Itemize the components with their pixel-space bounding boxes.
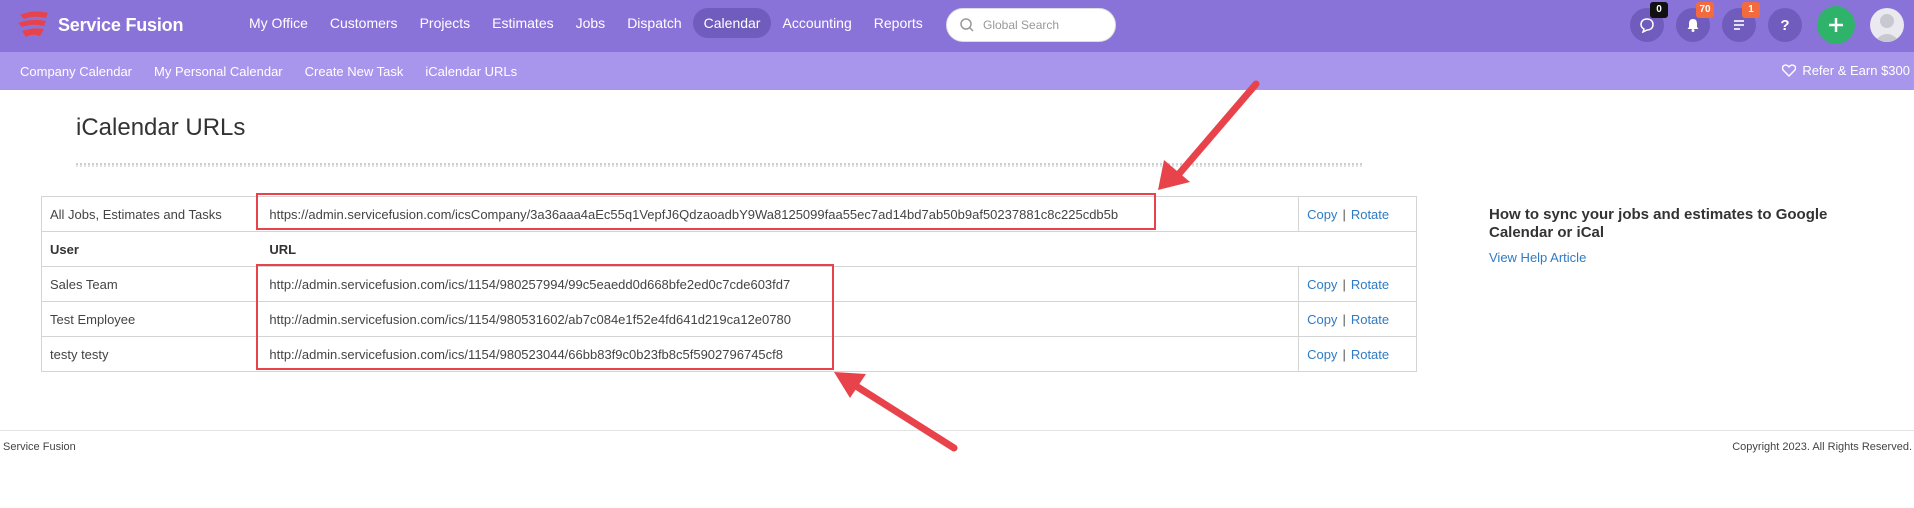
column-header-user: User <box>41 231 260 267</box>
global-search[interactable] <box>946 8 1116 42</box>
action-separator: | <box>1342 276 1346 292</box>
copy-link[interactable]: Copy <box>1307 277 1337 292</box>
global-search-input[interactable] <box>983 18 1103 32</box>
company-row-actions: Copy | Rotate <box>1298 196 1417 232</box>
nav-dispatch[interactable]: Dispatch <box>616 8 692 38</box>
nav-accounting[interactable]: Accounting <box>771 8 862 38</box>
row-actions: Copy | Rotate <box>1298 301 1417 337</box>
page-title: iCalendar URLs <box>76 114 246 141</box>
subnav-icalendar-urls[interactable]: iCalendar URLs <box>425 64 517 79</box>
user-urls-highlight-box <box>256 264 834 370</box>
rotate-link[interactable]: Rotate <box>1351 312 1389 327</box>
top-navigation-bar: Service Fusion My Office Customers Proje… <box>0 0 1914 52</box>
calendar-subnav-bar: Company Calendar My Personal Calendar Cr… <box>0 52 1914 90</box>
rotate-link[interactable]: Rotate <box>1351 207 1389 222</box>
refer-earn-link[interactable]: Refer & Earn $300 <box>1782 63 1910 78</box>
nav-my-office[interactable]: My Office <box>238 8 319 38</box>
copy-link[interactable]: Copy <box>1307 207 1337 222</box>
help-icon: ? <box>1780 16 1790 34</box>
copy-link[interactable]: Copy <box>1307 347 1337 362</box>
notifications-badge: 70 <box>1696 2 1714 18</box>
table-header-row: User URL <box>41 231 1417 267</box>
brand-name: Service Fusion <box>58 14 184 35</box>
nav-estimates[interactable]: Estimates <box>481 8 564 38</box>
calendar-subnav: Company Calendar My Personal Calendar Cr… <box>20 52 539 90</box>
column-header-url: URL <box>259 231 1417 267</box>
row-actions: Copy | Rotate <box>1298 266 1417 302</box>
refer-earn-label: Refer & Earn $300 <box>1802 63 1910 78</box>
rotate-link[interactable]: Rotate <box>1351 347 1389 362</box>
nav-reports[interactable]: Reports <box>863 8 934 38</box>
action-separator: | <box>1342 206 1346 222</box>
nav-projects[interactable]: Projects <box>409 8 482 38</box>
nav-customers[interactable]: Customers <box>319 8 409 38</box>
user-avatar-icon <box>1874 14 1900 42</box>
user-name: testy testy <box>41 336 260 372</box>
nav-jobs[interactable]: Jobs <box>565 8 617 38</box>
subnav-company-calendar[interactable]: Company Calendar <box>20 64 132 79</box>
subnav-my-personal-calendar[interactable]: My Personal Calendar <box>154 64 283 79</box>
heart-icon <box>1782 64 1797 77</box>
view-help-article-link[interactable]: View Help Article <box>1489 250 1586 265</box>
plus-icon <box>1829 18 1843 32</box>
chat-button[interactable]: 0 <box>1630 2 1668 42</box>
nav-calendar[interactable]: Calendar <box>692 8 772 38</box>
user-name: Sales Team <box>41 266 260 302</box>
arrow-to-company-url-icon <box>1158 80 1260 190</box>
main-nav: My Office Customers Projects Estimates J… <box>238 8 934 38</box>
page-footer: Service Fusion Copyright 2023. All Right… <box>0 430 1914 462</box>
action-separator: | <box>1342 346 1346 362</box>
notifications-button[interactable]: 70 <box>1676 2 1714 42</box>
help-button[interactable]: ? <box>1768 8 1802 42</box>
rotate-link[interactable]: Rotate <box>1351 277 1389 292</box>
user-avatar[interactable] <box>1870 8 1904 42</box>
search-icon <box>960 18 974 32</box>
user-name: Test Employee <box>41 301 260 337</box>
service-fusion-logo-icon <box>18 11 48 37</box>
tasks-list-icon <box>1734 20 1744 30</box>
sync-help-title: How to sync your jobs and estimates to G… <box>1489 206 1828 241</box>
footer-brand: Service Fusion <box>3 441 76 453</box>
row-actions: Copy | Rotate <box>1298 336 1417 372</box>
tasks-badge: 1 <box>1742 2 1760 18</box>
create-new-button[interactable] <box>1817 6 1855 44</box>
copy-link[interactable]: Copy <box>1307 312 1337 327</box>
title-divider <box>76 163 1362 167</box>
chat-badge: 0 <box>1650 2 1668 18</box>
company-url-highlight-box <box>256 193 1156 230</box>
brand-logo[interactable]: Service Fusion <box>16 9 183 41</box>
bell-icon <box>1687 19 1699 32</box>
company-row-label: All Jobs, Estimates and Tasks <box>50 206 222 222</box>
subnav-create-new-task[interactable]: Create New Task <box>305 64 404 79</box>
footer-copyright: Copyright 2023. All Rights Reserved. <box>1732 441 1912 453</box>
tasks-button[interactable]: 1 <box>1722 2 1760 42</box>
chat-icon <box>1640 18 1654 33</box>
action-separator: | <box>1342 311 1346 327</box>
